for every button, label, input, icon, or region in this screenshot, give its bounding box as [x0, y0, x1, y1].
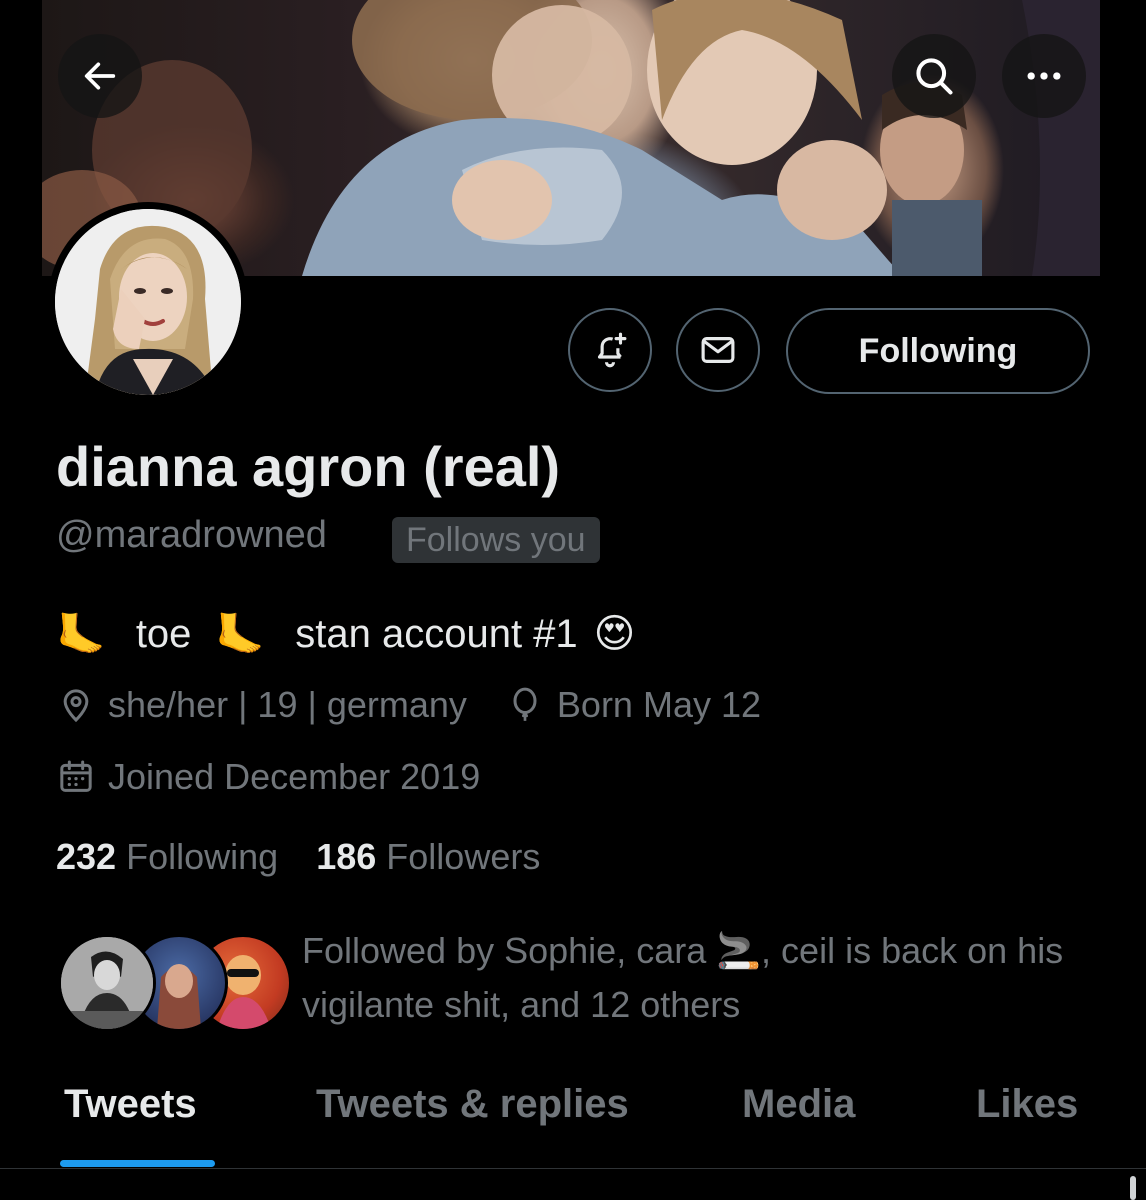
search-icon: [916, 58, 953, 95]
display-name: dianna agron (real): [56, 435, 561, 498]
followed-by-section[interactable]: Followed by Sophie, cara 🚬, ceil is back…: [56, 920, 1116, 1040]
joined-text: Joined December 2019: [108, 756, 481, 797]
tabs-divider: [0, 1168, 1146, 1169]
location-icon: [56, 685, 96, 725]
followers-label: Followers: [386, 836, 541, 877]
profile-bio: 🦶 toe 🦶 stan account #1 😍: [56, 604, 635, 664]
followers-count-link[interactable]: 186 Followers: [316, 836, 540, 877]
back-button[interactable]: [58, 34, 142, 118]
following-count: 232: [56, 836, 117, 877]
location-text: she/her | 19 | germany: [108, 684, 467, 725]
tab-tweets[interactable]: Tweets: [64, 1082, 197, 1127]
follower-avatar: [58, 934, 156, 1032]
envelope-icon: [701, 337, 735, 363]
active-tab-indicator: [60, 1160, 215, 1167]
profile-page: Following dianna agron (real) @maradrown…: [0, 0, 1146, 1200]
balloon-icon: [505, 685, 545, 725]
foot-emoji: 🦶: [215, 612, 266, 657]
joined-row: Joined December 2019: [56, 756, 480, 798]
message-button[interactable]: [676, 308, 760, 392]
following-button[interactable]: Following: [786, 308, 1090, 394]
bell-plus-icon: [597, 332, 627, 368]
following-label: Following: [126, 836, 279, 877]
bio-text: toe: [135, 611, 192, 656]
followed-by-text: Followed by Sophie, cara 🚬, ceil is back…: [302, 930, 1064, 1025]
more-button[interactable]: [1002, 34, 1086, 118]
foot-emoji: 🦶: [56, 612, 106, 657]
search-button[interactable]: [892, 34, 976, 118]
avatar-image: [55, 209, 241, 395]
more-horizontal-icon: [1027, 72, 1061, 80]
followers-count: 186: [316, 836, 377, 877]
scrollbar[interactable]: [1130, 1176, 1136, 1200]
profile-tabs: Tweets Tweets & replies Media Likes: [0, 1070, 1146, 1170]
arrow-left-icon: [84, 62, 116, 90]
follow-stats: 232 Following 186 Followers: [56, 836, 540, 878]
user-handle: @maradrowned: [56, 514, 327, 556]
birthday-text: Born May 12: [556, 684, 762, 725]
profile-meta-row: she/her | 19 | germany Born May 12: [56, 684, 761, 726]
following-count-link[interactable]: 232 Following: [56, 836, 288, 877]
calendar-icon: [56, 757, 96, 797]
tab-media[interactable]: Media: [742, 1082, 855, 1127]
tab-likes[interactable]: Likes: [976, 1082, 1078, 1127]
heart-eyes-emoji: 😍: [593, 612, 636, 656]
follows-you-badge: Follows you: [392, 517, 600, 563]
tab-tweets-and-replies[interactable]: Tweets & replies: [316, 1082, 629, 1127]
bio-text: stan account #1: [295, 611, 578, 656]
profile-avatar[interactable]: [48, 202, 248, 402]
notifications-button[interactable]: [568, 308, 652, 392]
